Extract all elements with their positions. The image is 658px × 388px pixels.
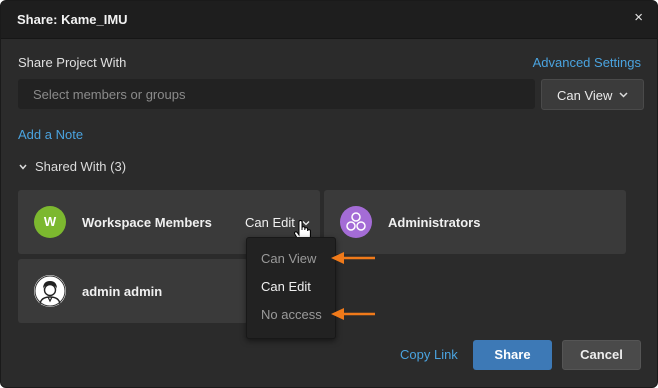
close-icon[interactable]: × <box>634 9 643 26</box>
chevron-down-icon <box>19 164 27 170</box>
member-card-administrators: Administrators <box>324 190 626 254</box>
add-note-link[interactable]: Add a Note <box>18 127 83 142</box>
group-icon <box>346 212 366 231</box>
shared-with-header: Shared With (3) <box>35 159 127 174</box>
chevron-down-icon <box>619 92 628 98</box>
copy-link[interactable]: Copy Link <box>400 347 458 362</box>
share-project-label: Share Project With <box>18 55 127 70</box>
menu-item-can-view[interactable]: Can View <box>261 251 316 266</box>
members-search-input[interactable] <box>18 79 535 109</box>
annotation-arrow-icon <box>331 252 375 264</box>
permission-menu: Can View Can Edit No access <box>246 237 336 339</box>
dialog-titlebar: Share: Kame_IMU × <box>1 1 657 39</box>
permission-dropdown-label: Can View <box>557 88 613 103</box>
share-dialog: Share: Kame_IMU × Share Project With Adv… <box>0 0 658 388</box>
member-name: admin admin <box>82 284 163 299</box>
member-card-admin: admin admin <box>18 259 248 323</box>
avatar <box>340 206 372 238</box>
menu-item-no-access[interactable]: No access <box>261 307 322 322</box>
menu-item-can-edit[interactable]: Can Edit <box>261 279 311 294</box>
avatar <box>34 275 66 307</box>
share-button[interactable]: Share <box>473 340 552 370</box>
member-name: Administrators <box>388 215 481 230</box>
avatar: W <box>34 206 66 238</box>
advanced-settings-link[interactable]: Advanced Settings <box>533 55 641 70</box>
member-name: Workspace Members <box>82 215 212 230</box>
user-avatar-icon <box>34 275 66 307</box>
cancel-button[interactable]: Cancel <box>562 340 641 370</box>
member-permission-label: Can Edit <box>245 215 295 230</box>
annotation-arrow-icon <box>331 308 375 320</box>
permission-dropdown-button[interactable]: Can View <box>541 79 644 110</box>
dialog-title: Share: Kame_IMU <box>17 12 128 27</box>
